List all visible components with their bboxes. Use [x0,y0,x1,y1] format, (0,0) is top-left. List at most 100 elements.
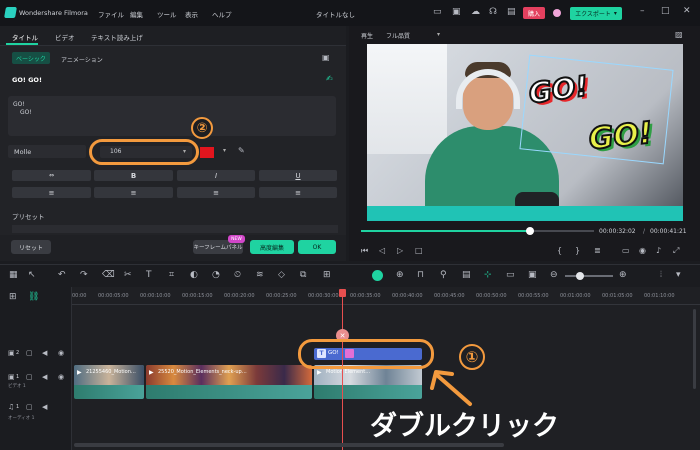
camera-icon[interactable]: ◉ [639,246,646,255]
video-clip[interactable]: Motion Element… ▶ [314,365,422,399]
columns-icon[interactable]: ⦙ [660,271,662,280]
effects-icon[interactable]: ▤ [462,271,471,280]
play-icon[interactable]: ▷ [397,246,403,255]
underline-button[interactable]: U [259,170,337,181]
speaker-icon[interactable]: ◀ [42,373,47,382]
render-icon[interactable]: ≣ [594,246,601,255]
chevron-down-icon[interactable]: ▾ [223,147,226,154]
video-frame[interactable]: GO! GO! [367,44,683,221]
italic-button[interactable]: I [177,170,255,181]
eyedropper-icon[interactable]: ✎ [238,146,245,155]
speaker-icon[interactable]: ◀ [42,403,47,412]
reset-button[interactable]: リセット [11,240,51,254]
ai-write-icon[interactable]: ✍ [326,74,333,83]
text-icon[interactable]: T [146,271,152,280]
maximize-icon[interactable]: □ [661,7,670,16]
select-tool-icon[interactable]: ↖ [28,271,36,280]
align-center-button[interactable]: ≡ [94,187,173,198]
timeline-ruler[interactable]: 00:00 00:00:05:00 00:00:10:00 00:00:15:0… [72,291,700,305]
color-icon[interactable]: ◐ [190,271,198,280]
video-clip[interactable]: 25520_Motion_Elements_neck-up… ▶ [146,365,312,399]
tab-tts[interactable]: テキスト読み上げ [91,32,143,42]
text-input-area[interactable]: GO! GO! [8,96,336,136]
advanced-edit-button[interactable]: 高度編集 [250,240,294,254]
display-icon[interactable]: ▭ [622,246,630,255]
timeline-horizontal-scrollbar[interactable] [74,443,504,447]
zoom-knob[interactable] [576,272,584,280]
save-icon[interactable]: ▣ [452,8,461,17]
close-icon[interactable]: ✕ [683,7,691,16]
menu-help[interactable]: ヘルプ [212,9,232,19]
sticker-go-2[interactable]: GO! [586,114,671,162]
ai-icon[interactable]: ⊞ [323,271,331,280]
menu-edit[interactable]: 編集 [130,9,143,19]
char-spacing-button[interactable]: ⇔ [12,170,91,181]
step-back-icon[interactable]: ◁ [379,246,385,255]
marker-icon[interactable]: ⊓ [417,271,424,280]
prev-frame-icon[interactable]: ⏮ [361,246,368,255]
timeline-vertical-scrollbar[interactable] [693,309,696,389]
align-right-button[interactable]: ≡ [177,187,255,198]
zoom-in-icon[interactable]: ⊕ [619,271,627,280]
color-swatch[interactable] [200,147,214,158]
align-left-button[interactable]: ≡ [12,187,91,198]
folder-icon[interactable]: ▢ [26,373,33,382]
video-clip[interactable]: 21255460_Motion… ▶ [74,365,144,399]
tab-title[interactable]: タイトル [12,32,38,42]
speed-icon[interactable]: ◔ [212,271,220,280]
folder-icon[interactable]: ▢ [26,349,33,358]
notification-icon[interactable]: ▤ [507,8,516,17]
more-icon[interactable]: ▾ [676,271,681,280]
delete-icon[interactable]: ⌫ [102,271,115,280]
redo-icon[interactable]: ↷ [80,271,88,280]
font-select[interactable]: Molle [8,145,86,158]
playhead-handle[interactable] [339,289,346,297]
group-icon[interactable]: ⧉ [300,271,306,280]
undo-icon[interactable]: ↶ [58,271,66,280]
subtab-basic[interactable]: ベーシック [12,52,50,64]
link-icon[interactable]: ⛓ [28,293,39,302]
replace-icon[interactable]: ▣ [528,271,537,280]
menu-view[interactable]: 表示 [185,9,198,19]
eye-icon[interactable]: ◉ [58,349,64,358]
snapshot-icon[interactable]: ▨ [675,30,683,39]
support-icon[interactable]: ☊ [489,8,497,17]
split-icon[interactable]: ⊹ [484,271,492,280]
tab-video[interactable]: ビデオ [55,32,75,42]
buy-button[interactable]: 購入 [523,7,545,19]
bold-button[interactable]: B [94,170,173,181]
mark-out-icon[interactable]: } [575,246,580,255]
save-preset-icon[interactable]: ▣ [322,53,330,62]
quality-select[interactable]: フル品質 [386,31,410,40]
playhead-line[interactable] [342,291,343,450]
render-toggle[interactable] [372,270,383,281]
fullscreen-icon[interactable]: ⤢ [673,246,679,255]
subtab-animation[interactable]: アニメーション [61,55,103,64]
volume-icon[interactable]: ♪ [656,246,661,255]
subtitle-icon[interactable]: ▭ [506,271,515,280]
layout-icon[interactable]: ▦ [9,271,18,280]
monitor-icon[interactable]: ▭ [433,8,442,17]
mic-icon[interactable]: ⚲ [440,271,447,280]
chevron-down-icon[interactable]: ▾ [437,31,440,38]
keyframe-icon[interactable]: ◇ [278,271,285,280]
audio-adjust-icon[interactable]: ≋ [256,271,264,280]
stop-icon[interactable]: □ [415,246,423,255]
export-button[interactable]: エクスポート ▾ [570,7,622,20]
eye-icon[interactable]: ◉ [58,373,64,382]
menu-file[interactable]: ファイル [98,9,124,19]
zoom-slider[interactable] [565,275,613,277]
cloud-icon[interactable]: ☁ [471,8,480,17]
progress-knob[interactable] [526,227,534,235]
avatar[interactable] [553,9,561,17]
crop-icon[interactable]: ⌗ [169,271,174,280]
folder-icon[interactable]: ▢ [26,403,33,412]
zoom-out-icon[interactable]: ⊖ [550,271,558,280]
add-track-icon[interactable]: ⊞ [9,293,17,302]
speaker-icon[interactable]: ◀ [42,349,47,358]
snap-icon[interactable]: ⊕ [396,271,404,280]
ok-button[interactable]: OK [298,240,336,254]
playback-progress[interactable] [361,230,594,232]
justify-button[interactable]: ≡ [259,187,337,198]
cut-icon[interactable]: ✂ [124,271,132,280]
